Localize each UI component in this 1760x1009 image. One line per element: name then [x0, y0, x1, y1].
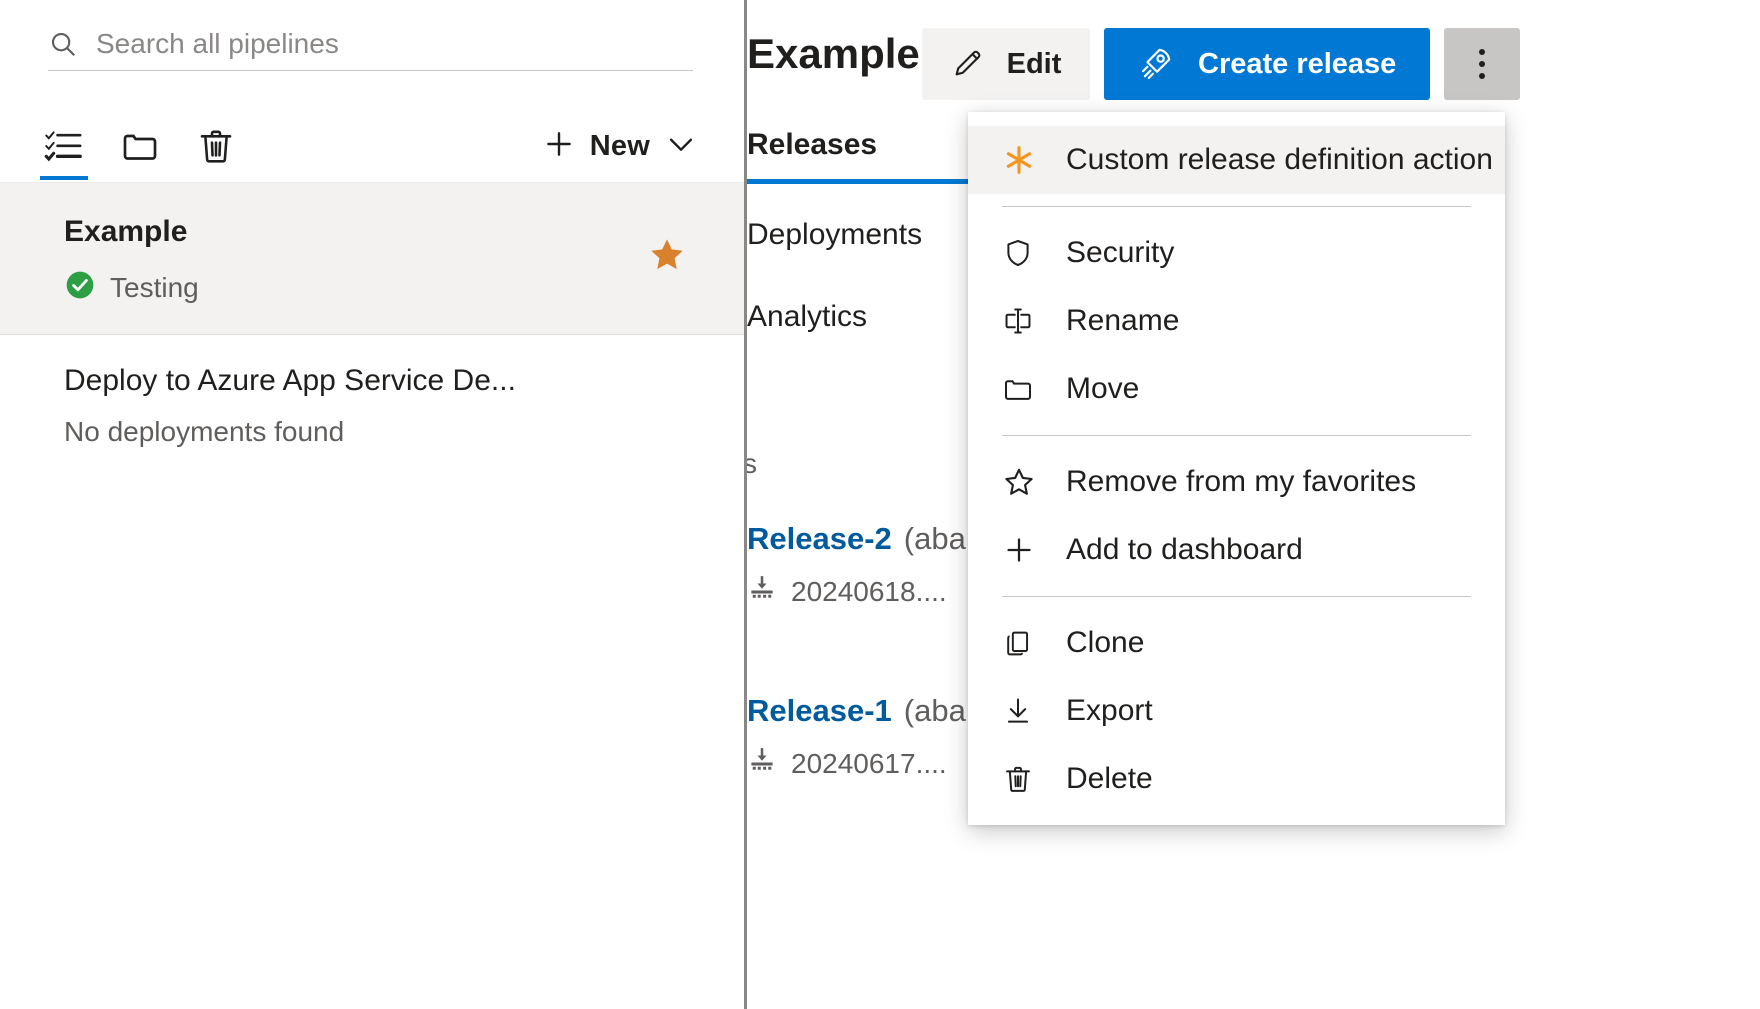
more-vertical-icon[interactable] — [1444, 28, 1520, 100]
menu-item-remove-from-my-favorites[interactable]: Remove from my favorites — [968, 448, 1505, 516]
menu-separator — [1002, 435, 1471, 436]
menu-item-add-to-dashboard[interactable]: Add to dashboard — [968, 516, 1505, 584]
copy-icon — [1002, 628, 1048, 659]
recycle-bin-icon[interactable] — [192, 122, 240, 170]
success-check-icon — [64, 269, 96, 306]
menu-item-delete[interactable]: Delete — [968, 745, 1505, 813]
new-pipeline-button[interactable]: New — [542, 120, 698, 172]
pipeline-status: Testing — [64, 269, 199, 306]
star-filled-icon[interactable] — [647, 235, 687, 275]
pipelines-left-panel: New Example Testing Dep — [0, 0, 745, 1009]
menu-item-move[interactable]: Move — [968, 355, 1505, 423]
menu-separator — [1002, 206, 1471, 207]
edit-button[interactable]: Edit — [922, 28, 1090, 100]
menu-item-clone[interactable]: Clone — [968, 609, 1505, 677]
trash-icon — [1002, 763, 1048, 795]
asterisk-icon — [1002, 143, 1048, 177]
release-link[interactable]: Release-1 — [747, 693, 892, 728]
menu-item-label: Add to dashboard — [1066, 533, 1303, 567]
plus-icon — [542, 127, 576, 166]
release-artifact: 20240617.... — [791, 748, 947, 780]
menu-item-label: Clone — [1066, 626, 1144, 660]
rocket-icon — [1138, 45, 1174, 84]
more-dots — [1479, 49, 1485, 79]
rename-icon — [1002, 305, 1048, 337]
menu-item-label: Remove from my favorites — [1066, 465, 1416, 499]
artifact-build-icon — [747, 745, 777, 782]
menu-item-label: Delete — [1066, 762, 1153, 796]
search-input[interactable] — [96, 28, 656, 60]
menu-item-label: Move — [1066, 372, 1139, 406]
pencil-icon — [951, 46, 985, 83]
menu-item-label: Custom release definition action — [1066, 143, 1493, 177]
page-title: Example — [747, 30, 920, 78]
release-link[interactable]: Release-2 — [747, 521, 892, 556]
pipeline-status-label: No deployments found — [64, 416, 344, 448]
pipelines-toolbar: New — [40, 120, 700, 178]
release-artifact: 20240618.... — [791, 576, 947, 608]
plus-icon — [1002, 533, 1048, 567]
pipeline-status-label: Testing — [110, 272, 199, 304]
menu-item-label: Security — [1066, 236, 1174, 270]
pipeline-list-item-example[interactable]: Example Testing — [0, 183, 745, 335]
active-tab-indicator — [40, 176, 88, 180]
menu-item-rename[interactable]: Rename — [968, 287, 1505, 355]
menu-item-label: Export — [1066, 694, 1153, 728]
pipeline-list-item-deploy[interactable]: Deploy to Azure App Service De... No dep… — [0, 336, 745, 496]
create-release-button[interactable]: Create release — [1104, 28, 1430, 100]
menu-item-export[interactable]: Export — [968, 677, 1505, 745]
pipeline-name: Example — [64, 215, 187, 249]
menu-item-custom-release-definition-action[interactable]: Custom release definition action — [968, 126, 1505, 194]
artifact-build-icon — [747, 573, 777, 610]
header-action-bar: Edit Create release — [922, 28, 1520, 100]
context-menu: Custom release definition action Securit… — [968, 112, 1505, 825]
edit-button-label: Edit — [1007, 48, 1062, 81]
folder-icon — [1002, 373, 1048, 405]
star-outline-icon — [1002, 465, 1048, 499]
chevron-down-icon — [664, 127, 698, 166]
download-icon — [1002, 695, 1048, 727]
clipped-text-fragment: s — [747, 448, 757, 480]
all-pipelines-list-icon[interactable] — [40, 122, 88, 170]
tab-label: Deployments — [747, 218, 922, 252]
shield-icon — [1002, 237, 1048, 269]
search-bar[interactable] — [48, 18, 693, 71]
pipeline-name: Deploy to Azure App Service De... — [64, 364, 516, 398]
menu-item-label: Rename — [1066, 304, 1179, 338]
new-button-label: New — [590, 130, 650, 163]
search-icon — [48, 29, 78, 59]
menu-separator — [1002, 596, 1471, 597]
create-release-label: Create release — [1198, 48, 1396, 81]
tab-label: Releases — [747, 128, 877, 162]
menu-item-security[interactable]: Security — [968, 219, 1505, 287]
folder-icon[interactable] — [116, 122, 164, 170]
tab-label: Analytics — [747, 300, 867, 334]
